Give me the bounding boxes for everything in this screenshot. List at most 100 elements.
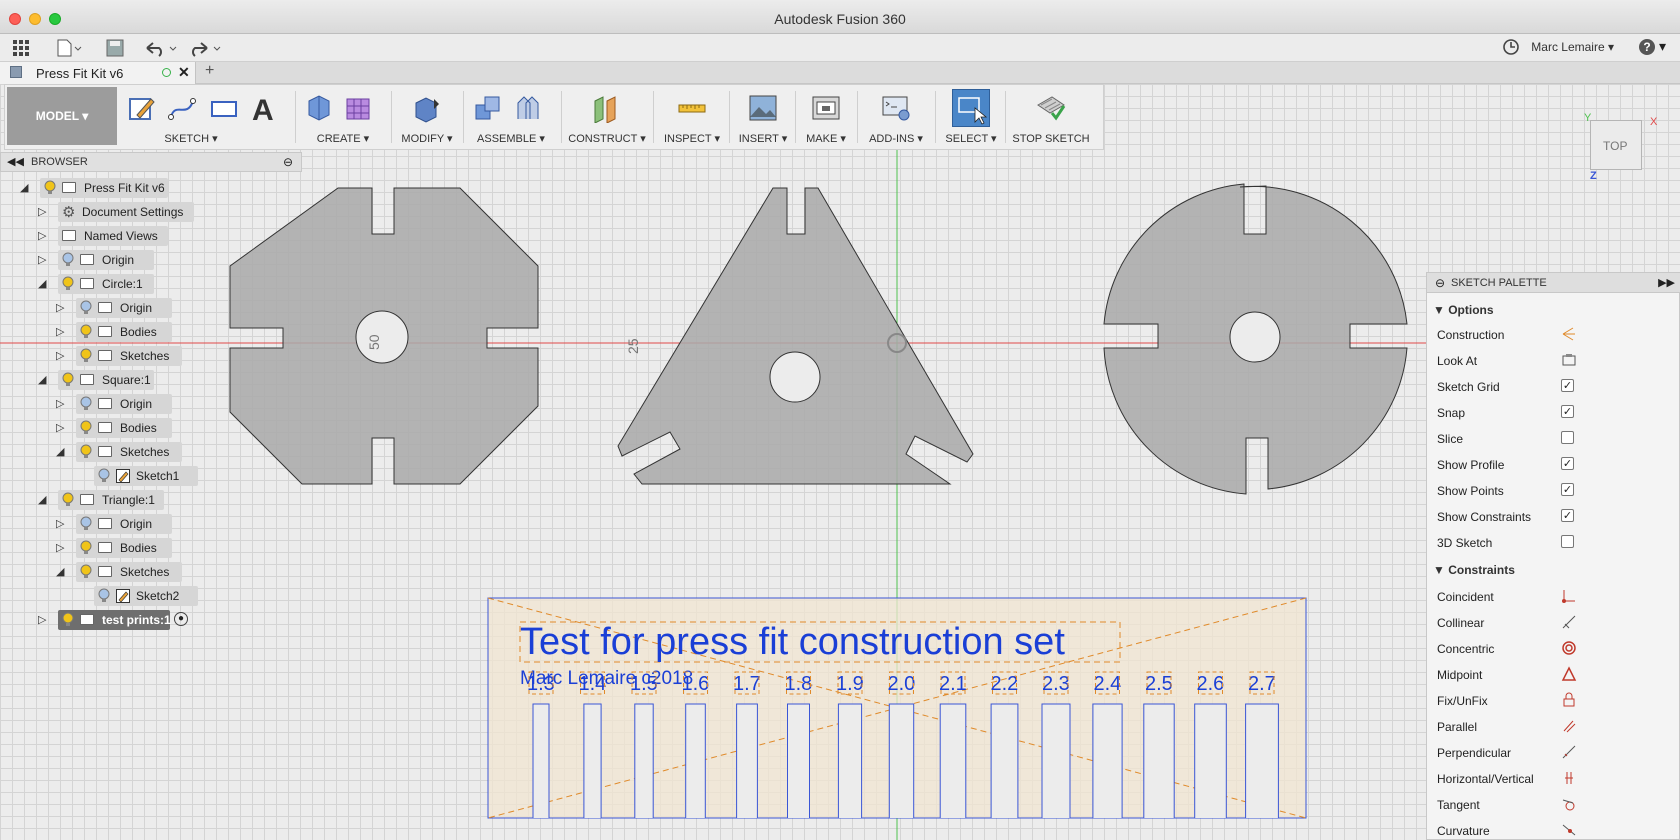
assemble-group[interactable]: ASSEMBLE ▾ (469, 85, 553, 149)
palette-option-row[interactable]: Show Constraints ✓ (1437, 507, 1667, 527)
close-tab-icon[interactable]: ✕ (178, 64, 190, 81)
palette-checkbox[interactable]: ✓ (1561, 509, 1574, 522)
create-sketch-icon[interactable] (127, 93, 157, 123)
browser-row[interactable]: ◢ Sketches (0, 562, 300, 582)
palette-constraint-row[interactable]: Curvature (1437, 821, 1667, 840)
help-menu[interactable]: ? ▾ (1639, 38, 1666, 55)
browser-row[interactable]: ▷ test prints:1 ● (0, 610, 300, 630)
visibility-bulb-icon[interactable] (62, 612, 74, 628)
midpoint-constraint-icon[interactable] (1561, 666, 1577, 682)
inspect-group[interactable]: INSPECT ▾ (659, 85, 725, 149)
palette-checkbox[interactable]: ✓ (1561, 379, 1574, 392)
window-maximize-button[interactable] (49, 13, 61, 25)
collapse-icon[interactable]: ◢ (38, 493, 46, 506)
visibility-bulb-icon[interactable] (62, 276, 74, 292)
window-minimize-button[interactable] (29, 13, 41, 25)
visibility-bulb-icon[interactable] (62, 252, 74, 268)
browser-row[interactable]: ▷ Origin (0, 514, 300, 534)
expand-icon[interactable]: ▷ (38, 613, 46, 626)
visibility-bulb-icon[interactable] (80, 564, 92, 580)
browser-row[interactable]: ▷ Origin (0, 250, 300, 270)
window-close-button[interactable] (9, 13, 21, 25)
browser-row[interactable]: Sketch1 (0, 466, 300, 486)
browser-row[interactable]: ◢ Circle:1 (0, 274, 300, 294)
palette-constraint-row[interactable]: Horizontal/Vertical (1437, 769, 1667, 789)
palette-options-icon[interactable]: ⊖ (1435, 276, 1445, 290)
press-pull-icon[interactable] (412, 93, 442, 123)
collapse-icon[interactable]: ◢ (38, 277, 46, 290)
stop-sketch-group[interactable]: STOP SKETCH (1009, 85, 1093, 149)
construct-group[interactable]: CONSTRUCT ▾ (567, 85, 647, 149)
palette-constraint-row[interactable]: Collinear (1437, 613, 1667, 633)
visibility-bulb-icon[interactable] (80, 540, 92, 556)
palette-checkbox[interactable]: ✓ (1561, 483, 1574, 496)
palette-constraint-row[interactable]: Midpoint (1437, 665, 1667, 685)
browser-row[interactable]: ▷ Bodies (0, 418, 300, 438)
expand-icon[interactable]: ▷ (38, 205, 46, 218)
sketch-group[interactable]: A SKETCH ▾ (123, 85, 289, 149)
perpendicular-constraint-icon[interactable] (1561, 744, 1577, 760)
palette-option-row[interactable]: Slice (1437, 429, 1667, 449)
browser-row[interactable]: ▷ Named Views (0, 226, 300, 246)
browser-row[interactable]: ◢ Sketches (0, 442, 300, 462)
visibility-bulb-icon[interactable] (98, 588, 110, 604)
make-group[interactable]: MAKE ▾ (801, 85, 851, 149)
rectangle-tool-icon[interactable] (209, 93, 239, 123)
visibility-bulb-icon[interactable] (80, 324, 92, 340)
user-menu[interactable]: Marc Lemaire ▾ (1531, 40, 1614, 54)
browser-row[interactable]: ▷ Origin (0, 394, 300, 414)
visibility-bulb-icon[interactable] (44, 180, 56, 196)
collapse-icon[interactable]: ◢ (38, 373, 46, 386)
visibility-bulb-icon[interactable] (80, 516, 92, 532)
visibility-bulb-icon[interactable] (62, 492, 74, 508)
activate-component-icon[interactable]: ● (174, 612, 188, 626)
modify-group[interactable]: MODIFY ▾ (397, 85, 457, 149)
palette-checkbox[interactable] (1561, 535, 1574, 548)
palette-checkbox[interactable] (1561, 431, 1574, 444)
curvature-constraint-icon[interactable] (1561, 822, 1577, 838)
line-tool-icon[interactable] (167, 93, 197, 123)
select-group[interactable]: SELECT ▾ (941, 85, 1001, 149)
palette-checkbox[interactable]: ✓ (1561, 457, 1574, 470)
collapse-icon[interactable]: ◢ (56, 445, 64, 458)
visibility-bulb-icon[interactable] (80, 396, 92, 412)
add-ins-group[interactable]: ADD-INS ▾ (863, 85, 929, 149)
stop-sketch-icon[interactable] (1036, 93, 1066, 123)
visibility-bulb-icon[interactable] (80, 444, 92, 460)
expand-icon[interactable]: ▷ (38, 229, 46, 242)
expand-icon[interactable]: ▷ (56, 541, 64, 554)
palette-option-row[interactable]: Construction (1437, 325, 1667, 345)
palette-constraint-row[interactable]: Parallel (1437, 717, 1667, 737)
palette-option-row[interactable]: Sketch Grid ✓ (1437, 377, 1667, 397)
job-status-clock-icon[interactable] (1502, 38, 1520, 56)
browser-row[interactable]: ◢ Press Fit Kit v6 (0, 178, 300, 198)
new-tab-button[interactable]: + (205, 62, 214, 80)
palette-option-row[interactable]: Show Profile ✓ (1437, 455, 1667, 475)
parallel-constraint-icon[interactable] (1561, 718, 1577, 734)
palette-constraint-row[interactable]: Coincident (1437, 587, 1667, 607)
look-at-icon[interactable] (1561, 352, 1577, 368)
view-cube[interactable]: TOP (1590, 120, 1642, 170)
expand-icon[interactable]: ▷ (56, 517, 64, 530)
palette-constraint-row[interactable]: Fix/UnFix (1437, 691, 1667, 711)
new-component-icon[interactable] (473, 93, 503, 123)
browser-row[interactable]: ◢ Square:1 (0, 370, 300, 390)
coincident-constraint-icon[interactable] (1561, 588, 1577, 604)
undo-icon[interactable] (144, 39, 178, 57)
palette-option-row[interactable]: 3D Sketch (1437, 533, 1667, 553)
apps-grid-icon[interactable] (12, 39, 30, 57)
redo-icon[interactable] (188, 39, 222, 57)
palette-option-row[interactable]: Look At (1437, 351, 1667, 371)
browser-row[interactable]: ▷ Origin (0, 298, 300, 318)
fix-unfix-constraint-icon[interactable] (1561, 692, 1577, 708)
save-icon[interactable] (106, 39, 124, 57)
offset-plane-icon[interactable] (591, 93, 621, 123)
expand-icon[interactable]: ▷ (56, 325, 64, 338)
expand-icon[interactable]: ▷ (56, 301, 64, 314)
collapse-icon[interactable]: ◢ (20, 181, 28, 194)
expand-icon[interactable]: ▷ (56, 397, 64, 410)
visibility-bulb-icon[interactable] (80, 300, 92, 316)
browser-options-icon[interactable]: ⊖ (283, 155, 293, 169)
construction-toggle-icon[interactable] (1561, 326, 1577, 342)
browser-row[interactable]: ▷ Bodies (0, 322, 300, 342)
